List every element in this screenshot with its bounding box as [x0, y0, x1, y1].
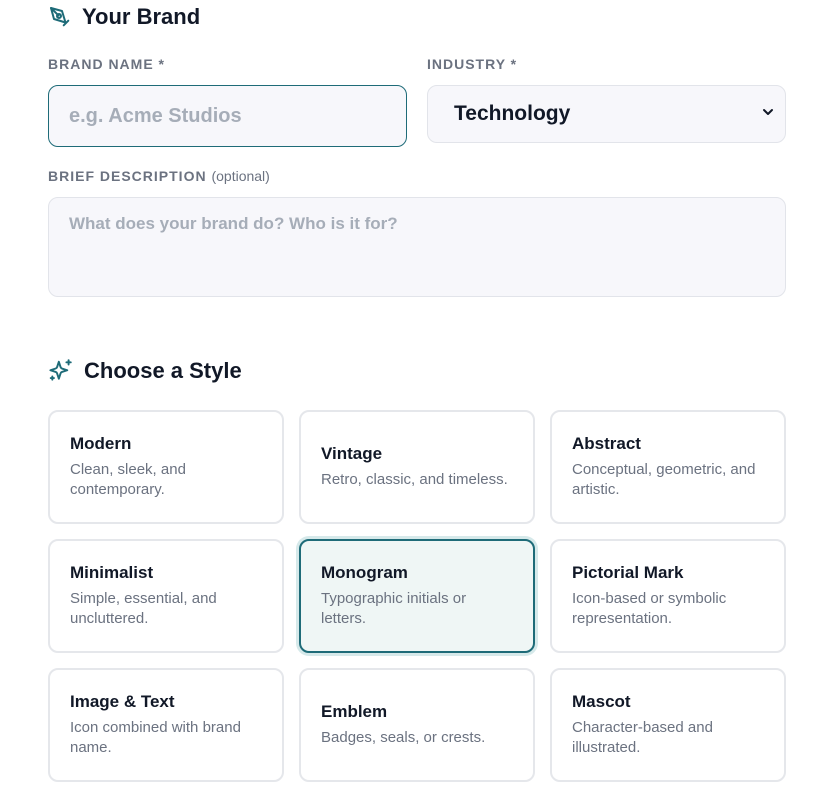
style-section-title: Choose a Style	[48, 358, 242, 384]
style-desc: Typographic initials or letters.	[321, 590, 467, 627]
industry-select[interactable]: Technology	[427, 85, 786, 143]
style-card-image-text[interactable]: Image & Text Icon combined with brand na…	[48, 668, 284, 782]
style-desc: Clean, sleek, and contemporary.	[70, 461, 186, 498]
style-section-heading: Choose a Style	[84, 358, 242, 383]
style-desc: Conceptual, geometric, and artistic.	[572, 461, 756, 498]
style-name: Pictorial Mark	[572, 563, 684, 582]
description-label-text: BRIEF DESCRIPTION	[48, 168, 207, 184]
description-optional-text: (optional)	[211, 168, 270, 184]
description-textarea[interactable]	[48, 197, 786, 297]
style-card-minimalist[interactable]: Minimalist Simple, essential, and unclut…	[48, 539, 284, 653]
brand-name-input[interactable]	[48, 85, 407, 147]
style-name: Modern	[70, 434, 132, 453]
pen-nib-icon	[48, 5, 72, 29]
style-card-modern[interactable]: Modern Clean, sleek, and contemporary.	[48, 410, 284, 524]
style-desc: Badges, seals, or crests.	[321, 729, 486, 746]
style-name: Minimalist	[70, 563, 154, 582]
brand-section-heading: Your Brand	[82, 4, 201, 29]
style-desc: Character-based and illustrated.	[572, 719, 713, 756]
style-card-abstract[interactable]: Abstract Conceptual, geometric, and arti…	[550, 410, 786, 524]
style-name: Monogram	[321, 563, 408, 582]
style-desc: Icon combined with brand name.	[70, 719, 241, 756]
style-name: Abstract	[572, 434, 641, 453]
style-desc: Simple, essential, and uncluttered.	[70, 590, 217, 627]
style-desc: Icon-based or symbolic representation.	[572, 590, 727, 627]
sparkles-icon	[48, 358, 74, 384]
style-name: Vintage	[321, 444, 383, 463]
chevron-down-icon	[761, 105, 775, 124]
brand-section-title: Your Brand	[48, 4, 200, 30]
style-name: Mascot	[572, 692, 631, 711]
style-name: Emblem	[321, 702, 388, 721]
style-desc: Retro, classic, and timeless.	[321, 471, 508, 488]
style-card-monogram[interactable]: Monogram Typographic initials or letters…	[299, 539, 535, 653]
style-card-mascot[interactable]: Mascot Character-based and illustrated.	[550, 668, 786, 782]
style-card-pictorial-mark[interactable]: Pictorial Mark Icon-based or symbolic re…	[550, 539, 786, 653]
description-label: BRIEF DESCRIPTION (optional)	[48, 168, 270, 184]
brand-name-label: BRAND NAME *	[48, 56, 165, 72]
style-name: Image & Text	[70, 692, 175, 711]
style-card-vintage[interactable]: Vintage Retro, classic, and timeless.	[299, 410, 535, 524]
style-grid: Modern Clean, sleek, and contemporary. V…	[48, 410, 786, 782]
industry-selected-value: Technology	[454, 102, 571, 125]
brand-form: Your Brand BRAND NAME * INDUSTRY * Techn…	[0, 0, 826, 797]
style-card-emblem[interactable]: Emblem Badges, seals, or crests.	[299, 668, 535, 782]
industry-label: INDUSTRY *	[427, 56, 518, 72]
